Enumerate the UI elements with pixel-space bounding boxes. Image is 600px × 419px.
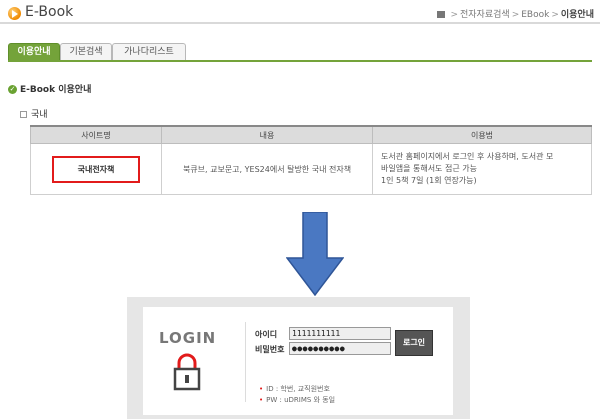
site-link-domestic-ebook[interactable]: 국내전자책 <box>51 155 141 183</box>
home-icon[interactable] <box>437 11 446 18</box>
subsection-title: 국내 <box>20 107 48 120</box>
breadcrumb-item-current: 이용안내 <box>560 10 594 20</box>
square-bullet-icon <box>20 111 27 118</box>
id-label: 아이디 <box>255 330 278 339</box>
table-header-content: 내용 <box>161 125 373 144</box>
table-cell-content: 북큐브, 교보문고, YES24에서 탈방한 국내 전자책 <box>161 143 373 195</box>
password-label: 비밀번호 <box>255 345 285 354</box>
table-header-usage: 이용법 <box>372 125 592 144</box>
tab-alphabet-list[interactable]: 가나다리스트 <box>112 43 186 60</box>
table-cell-site: 국내전자책 <box>30 143 162 195</box>
breadcrumb: > 전자자료검색 > EBook > 이용안내 <box>437 7 594 20</box>
login-title: LOGIN <box>159 329 217 347</box>
ebook-logo-icon <box>8 7 21 20</box>
tab-basic-search[interactable]: 기본검색 <box>60 43 112 60</box>
login-button[interactable]: 로그인 <box>395 330 433 356</box>
page-title: E-Book <box>25 4 74 20</box>
lock-icon <box>173 353 201 391</box>
id-input[interactable]: 1111111111 <box>289 327 391 340</box>
login-divider <box>245 322 246 402</box>
table-row: 국내전자책 북큐브, 교보문고, YES24에서 탈방한 국내 전자책 도서관 … <box>30 143 592 195</box>
down-arrow-icon <box>286 212 344 296</box>
table-header-site: 사이트명 <box>30 125 162 144</box>
check-icon: ✓ <box>8 85 17 94</box>
tab-usage-guide[interactable]: 이용안내 <box>8 43 60 60</box>
password-input[interactable]: ●●●●●●●●●● <box>289 342 391 355</box>
section-title: ✓ E-Book 이용안내 <box>8 85 92 95</box>
login-note-pw: • PW : uDRIMS 와 동일 <box>259 396 336 404</box>
login-note-id: • ID : 학번, 교직원번호 <box>259 385 330 393</box>
breadcrumb-item-ebook[interactable]: EBook <box>521 10 549 20</box>
header-divider <box>0 22 600 24</box>
tab-underline <box>8 60 592 62</box>
breadcrumb-item-search[interactable]: 전자자료검색 <box>460 10 510 20</box>
ebook-info-table: 사이트명 내용 이용법 국내전자책 북큐브, 교보문고, YES24에서 탈방한… <box>30 125 592 195</box>
table-cell-usage: 도서관 홈페이지에서 로그인 후 사용하며, 도서관 모 바일앱을 통해서도 접… <box>372 143 592 195</box>
